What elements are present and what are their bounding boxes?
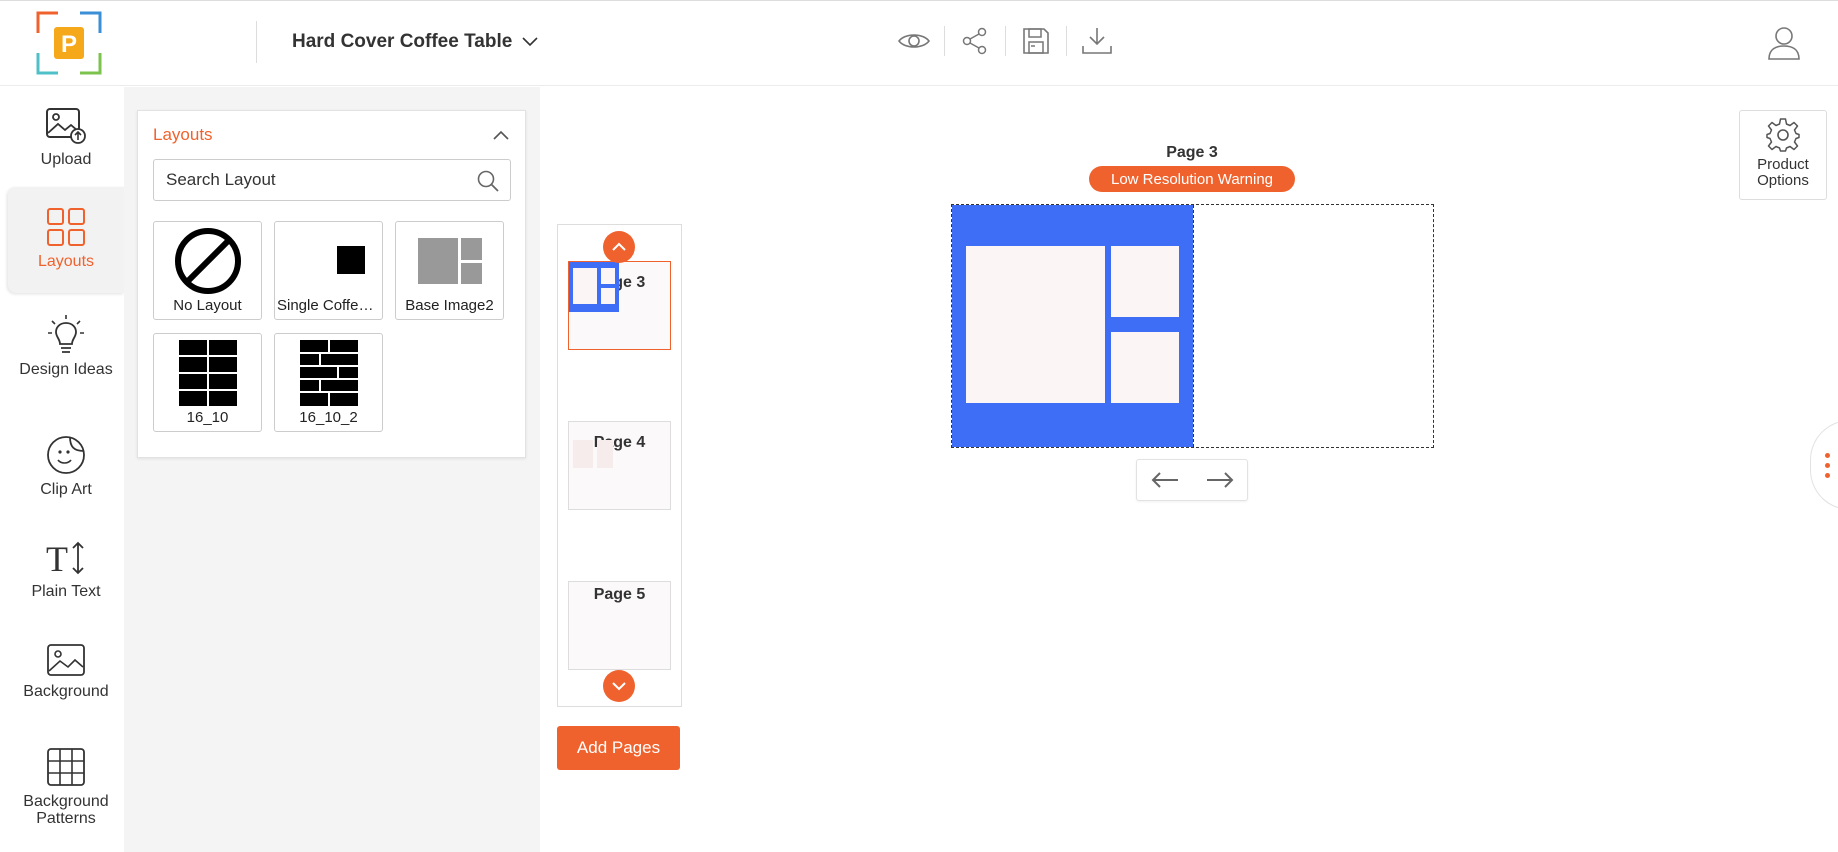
layout-thumbnail xyxy=(275,226,382,296)
rail-item-label: Upload xyxy=(40,151,92,168)
rail-item-plain-text[interactable]: T Plain Text xyxy=(8,539,124,619)
layout-tile-16-10[interactable]: 16_10 xyxy=(153,333,262,432)
top-header: P Hard Cover Coffee Table xyxy=(0,0,1838,86)
page-thumb-5[interactable]: Page 5 xyxy=(568,581,671,670)
page-spread xyxy=(951,204,1434,448)
photo-slot[interactable] xyxy=(1111,332,1179,403)
text-icon: T xyxy=(46,539,84,577)
layout-tile-single-coffee[interactable]: Single Coffee Table xyxy=(274,221,383,320)
save-icon xyxy=(1023,28,1049,54)
page-thumb-4[interactable]: Page 4 xyxy=(568,421,671,510)
brick-layout-preview xyxy=(299,340,358,406)
chevron-down-icon xyxy=(522,37,538,47)
grid-layout-preview xyxy=(178,340,237,406)
next-page-button[interactable] xyxy=(1200,460,1240,500)
svg-text:P: P xyxy=(61,31,77,58)
upload-image-icon xyxy=(46,108,86,144)
download-button[interactable] xyxy=(1067,19,1127,63)
rail-item-label: Plain Text xyxy=(31,583,101,600)
arrow-right-icon xyxy=(1206,472,1233,488)
page-strip: Page 3 Page 4 Page 5 xyxy=(557,224,682,707)
product-options-button[interactable]: Product Options xyxy=(1739,110,1827,200)
layout-search-input[interactable] xyxy=(154,170,454,190)
eye-icon xyxy=(897,34,931,48)
spread-left-page[interactable] xyxy=(952,205,1193,447)
gear-icon xyxy=(1766,118,1800,152)
product-title-dropdown[interactable]: Hard Cover Coffee Table xyxy=(292,31,538,53)
tool-rail: Upload Layouts Design Ideas Clip Art T P… xyxy=(0,87,124,852)
header-divider xyxy=(256,21,257,63)
side-drawer-handle[interactable] xyxy=(1810,420,1838,510)
layout-thumbnail xyxy=(396,226,503,296)
layout-tile-base-image2[interactable]: Base Image2 xyxy=(395,221,504,320)
layout-tile-label: 16_10_2 xyxy=(299,409,358,426)
scroll-up-button[interactable] xyxy=(603,231,635,263)
chevron-up-icon[interactable] xyxy=(491,125,511,145)
scroll-down-button[interactable] xyxy=(603,670,635,702)
rail-item-label: Background Patterns xyxy=(23,793,109,827)
no-symbol-icon xyxy=(174,228,241,294)
app-root: P Hard Cover Coffee Table Upload Layouts… xyxy=(0,0,1838,852)
rail-item-label: Clip Art xyxy=(40,481,92,498)
image-icon xyxy=(47,644,85,676)
add-pages-button[interactable]: Add Pages xyxy=(557,726,680,770)
layout-thumbnail xyxy=(275,338,382,408)
user-icon[interactable] xyxy=(1764,23,1804,63)
rail-item-label: Background xyxy=(23,683,109,700)
sticker-icon xyxy=(47,436,85,474)
preview-button[interactable] xyxy=(884,19,944,63)
layouts-grid-icon xyxy=(47,208,85,246)
layout-tile-16-10-2[interactable]: 16_10_2 xyxy=(274,333,383,432)
download-icon xyxy=(1082,28,1112,54)
product-options-label: Product Options xyxy=(1757,156,1809,189)
dot xyxy=(1825,463,1830,468)
save-button[interactable] xyxy=(1006,19,1066,63)
lightbulb-icon xyxy=(48,315,84,353)
rail-item-label: Design Ideas xyxy=(19,361,113,378)
share-icon xyxy=(962,27,987,55)
svg-text:T: T xyxy=(46,539,68,577)
layouts-card: Layouts No Layout Single Coffee Table Ba… xyxy=(137,110,526,458)
page-nav xyxy=(1136,459,1248,501)
chevron-up-icon xyxy=(612,242,626,251)
previous-page-button[interactable] xyxy=(1145,460,1185,500)
layout-tile-label: No Layout xyxy=(173,297,242,314)
base-image-preview xyxy=(417,238,482,284)
photo-slot[interactable] xyxy=(1111,246,1179,317)
layouts-card-title: Layouts xyxy=(153,125,213,144)
chevron-down-icon xyxy=(612,682,626,691)
layout-tile-label: Base Image2 xyxy=(405,297,494,314)
rail-item-design-ideas[interactable]: Design Ideas xyxy=(8,313,124,403)
page-thumb-preview xyxy=(573,440,613,468)
rail-item-background[interactable]: Background xyxy=(8,643,124,723)
page-thumb-preview xyxy=(569,262,619,312)
page-thumb-3[interactable]: Page 3 xyxy=(568,261,671,350)
share-button[interactable] xyxy=(945,19,1005,63)
rail-item-label: Layouts xyxy=(37,253,95,270)
rail-item-layouts[interactable]: Layouts xyxy=(8,187,124,293)
photo-slot[interactable] xyxy=(966,246,1105,403)
grid-pattern-icon xyxy=(47,748,85,786)
product-title: Hard Cover Coffee Table xyxy=(292,31,513,52)
page-thumb-label: Page 5 xyxy=(593,586,646,603)
layout-search-box xyxy=(153,159,511,201)
layout-tile-label: 16_10 xyxy=(186,409,229,426)
brand-logo[interactable]: P xyxy=(36,11,102,75)
layout-tile-label: Single Coffee Table xyxy=(277,297,380,314)
search-icon[interactable] xyxy=(476,169,500,193)
rail-item-upload[interactable]: Upload xyxy=(8,107,124,187)
layout-thumbnail xyxy=(154,226,261,296)
single-layout-preview xyxy=(336,246,365,274)
header-toolbar xyxy=(884,19,1127,63)
rail-item-background-patterns[interactable]: Background Patterns xyxy=(8,747,124,843)
low-resolution-warning[interactable]: Low Resolution Warning xyxy=(1089,166,1295,192)
layout-thumbnail xyxy=(154,338,261,408)
layout-tile-no-layout[interactable]: No Layout xyxy=(153,221,262,320)
dot xyxy=(1825,473,1830,478)
dot xyxy=(1825,453,1830,458)
current-page-title: Page 3 xyxy=(1166,144,1218,161)
rail-item-clip-art[interactable]: Clip Art xyxy=(8,435,124,515)
arrow-left-icon xyxy=(1151,472,1178,488)
spread-fold-line xyxy=(1193,205,1194,447)
